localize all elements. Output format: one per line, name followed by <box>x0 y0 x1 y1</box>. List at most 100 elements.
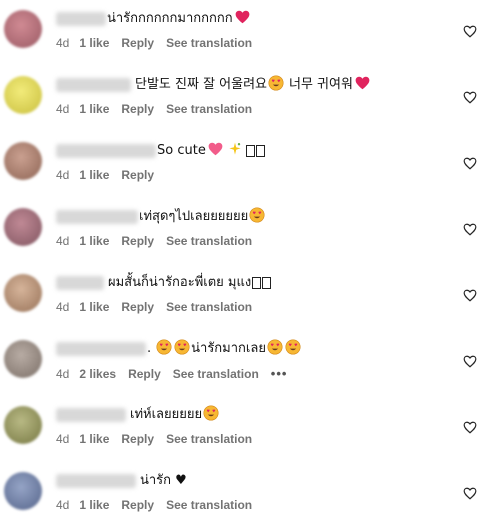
avatar[interactable] <box>4 76 42 114</box>
comment-item: . น่ารักมากเลย 4d 2 likes Reply See tran… <box>0 330 487 396</box>
likes-count[interactable]: 1 like <box>79 498 109 512</box>
comment-item: ผมสั้นก็น่ารักอะพี่เตย มุแง 4d 1 like Re… <box>0 264 487 330</box>
comment-item: น่ารักกกกกกมากกกกก 4d 1 like Reply See t… <box>0 0 487 66</box>
comment-text: So cute <box>157 143 206 158</box>
username[interactable] <box>56 408 126 422</box>
comment-content: น่ารักกกกกกมากกกกก 4d 1 like Reply See t… <box>56 6 457 50</box>
likes-count[interactable]: 1 like <box>79 168 109 182</box>
heart-eyes-emoji <box>249 207 265 227</box>
see-translation-button[interactable]: See translation <box>166 234 252 248</box>
red-heart-emoji <box>235 10 250 28</box>
comment-text-line: ผมสั้นก็น่ารักอะพี่เตย มุแง <box>56 270 457 296</box>
like-heart-icon[interactable] <box>463 421 477 435</box>
comment-item: เท่สุดๆไปเลยยยยยย 4d 1 like Reply See tr… <box>0 198 487 264</box>
like-heart-icon[interactable] <box>463 223 477 237</box>
avatar[interactable] <box>4 142 42 180</box>
comment-item: น่ารัก ♥ 4d 1 like Reply See translation <box>0 462 487 528</box>
comment-text-continued: 너무 귀여워 <box>289 77 353 92</box>
comment-text: 단발도 진짜 잘 어울려요 <box>135 77 267 92</box>
likes-count[interactable]: 1 like <box>79 432 109 446</box>
reply-button[interactable]: Reply <box>121 36 154 50</box>
avatar[interactable] <box>4 274 42 312</box>
heart-eyes-emoji <box>285 339 301 359</box>
comment-age: 4d <box>56 168 70 182</box>
reply-button[interactable]: Reply <box>121 498 154 512</box>
comment-text: น่ารักมากเลย <box>191 341 266 356</box>
likes-count[interactable]: 1 like <box>79 300 109 314</box>
comment-text: เท่ห์เลยยยยย <box>130 407 203 422</box>
likes-count[interactable]: 1 like <box>79 36 109 50</box>
see-translation-button[interactable]: See translation <box>166 432 252 446</box>
avatar[interactable] <box>4 472 42 510</box>
comment-meta: 4d 1 like Reply See translation <box>56 36 457 50</box>
comment-content: . น่ารักมากเลย 4d 2 likes Reply See tran… <box>56 336 457 381</box>
see-translation-button[interactable]: See translation <box>173 367 259 381</box>
avatar[interactable] <box>4 406 42 444</box>
reply-button[interactable]: Reply <box>121 300 154 314</box>
unknown-glyph-box <box>262 277 272 289</box>
comment-age: 4d <box>56 300 70 314</box>
heart-eyes-emoji <box>203 405 219 425</box>
comment-text: น่ารักกกกกกมากกกกก <box>107 11 233 26</box>
comment-meta: 4d 1 like Reply See translation <box>56 432 457 446</box>
reply-button[interactable]: Reply <box>128 367 161 381</box>
username[interactable] <box>56 210 138 224</box>
see-translation-button[interactable]: See translation <box>166 36 252 50</box>
reply-button[interactable]: Reply <box>121 432 154 446</box>
fairy-emoji <box>227 141 243 161</box>
comment-age: 4d <box>56 432 70 446</box>
unknown-glyph-box <box>255 145 265 157</box>
like-heart-icon[interactable] <box>463 157 477 171</box>
comment-text-line: เท่สุดๆไปเลยยยยยย <box>56 204 457 230</box>
username[interactable] <box>56 144 156 158</box>
heart-eyes-emoji <box>174 339 190 359</box>
reply-button[interactable]: Reply <box>121 168 154 182</box>
comment-text: เท่สุดๆไปเลยยยยยย <box>139 209 249 224</box>
comment-text-line: So cute <box>56 138 457 164</box>
comment-item: So cute 4d 1 like Reply <box>0 132 487 198</box>
heart-eyes-emoji <box>268 75 284 95</box>
comment-content: เท่สุดๆไปเลยยยยยย 4d 1 like Reply See tr… <box>56 204 457 248</box>
comment-age: 4d <box>56 498 70 512</box>
comment-text-line: น่ารัก ♥ <box>56 468 457 494</box>
comment-age: 4d <box>56 366 70 381</box>
like-heart-icon[interactable] <box>463 289 477 303</box>
reply-button[interactable]: Reply <box>121 102 154 116</box>
username[interactable] <box>56 276 104 290</box>
likes-count[interactable]: 2 likes <box>79 367 116 381</box>
reply-button[interactable]: Reply <box>121 234 154 248</box>
comment-age: 4d <box>56 102 70 116</box>
comment-text-line: 단발도 진짜 잘 어울려요 너무 귀여워 <box>56 72 457 98</box>
username[interactable] <box>56 78 131 92</box>
comment-text-prefix: . <box>147 341 152 356</box>
comment-item: เท่ห์เลยยยยย 4d 1 like Reply See transla… <box>0 396 487 462</box>
likes-count[interactable]: 1 like <box>79 102 109 116</box>
likes-count[interactable]: 1 like <box>79 234 109 248</box>
avatar[interactable] <box>4 208 42 246</box>
comment-meta: 4d 1 like Reply See translation <box>56 300 457 314</box>
comment-content: So cute 4d 1 like Reply <box>56 138 457 182</box>
username[interactable] <box>56 342 146 356</box>
more-options-icon[interactable]: ••• <box>271 366 288 381</box>
comment-text: ผมสั้นก็น่ารักอะพี่เตย มุแง <box>108 275 252 290</box>
see-translation-button[interactable]: See translation <box>166 102 252 116</box>
comment-meta: 4d 1 like Reply See translation <box>56 234 457 248</box>
see-translation-button[interactable]: See translation <box>166 300 252 314</box>
username[interactable] <box>56 474 136 488</box>
see-translation-button[interactable]: See translation <box>166 498 252 512</box>
avatar[interactable] <box>4 340 42 378</box>
like-heart-icon[interactable] <box>463 25 477 39</box>
comment-text-line: เท่ห์เลยยยยย <box>56 402 457 428</box>
avatar[interactable] <box>4 10 42 48</box>
like-heart-icon[interactable] <box>463 487 477 501</box>
username[interactable] <box>56 12 106 26</box>
comment-meta: 4d 1 like Reply See translation <box>56 102 457 116</box>
comment-content: 단발도 진짜 잘 어울려요 너무 귀여워 4d 1 like Reply See… <box>56 72 457 116</box>
comment-content: ผมสั้นก็น่ารักอะพี่เตย มุแง 4d 1 like Re… <box>56 270 457 314</box>
comment-meta: 4d 2 likes Reply See translation ••• <box>56 366 457 381</box>
heart-eyes-emoji <box>156 339 172 359</box>
comment-text-line: น่ารักกกกกกมากกกกก <box>56 6 457 32</box>
like-heart-icon[interactable] <box>463 355 477 369</box>
comment-content: เท่ห์เลยยยยย 4d 1 like Reply See transla… <box>56 402 457 446</box>
like-heart-icon[interactable] <box>463 91 477 105</box>
